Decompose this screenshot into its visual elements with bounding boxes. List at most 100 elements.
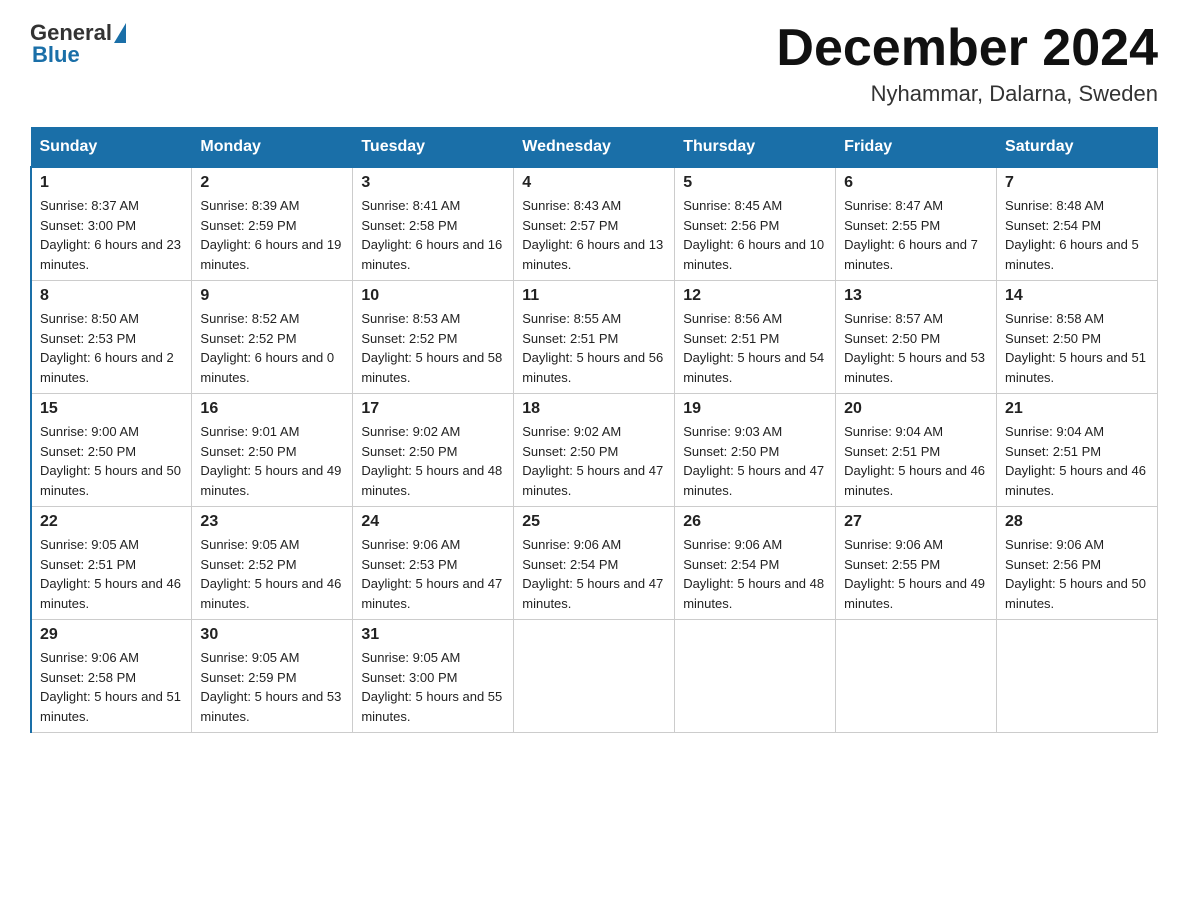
day-info: Sunrise: 9:06 AMSunset: 2:58 PMDaylight:… [40,648,183,726]
calendar-week-row: 15 Sunrise: 9:00 AMSunset: 2:50 PMDayligh… [31,394,1158,507]
day-info: Sunrise: 9:06 AMSunset: 2:53 PMDaylight:… [361,535,505,613]
day-info: Sunrise: 8:47 AMSunset: 2:55 PMDaylight:… [844,196,988,274]
day-number: 20 [844,400,988,418]
calendar-cell: 25 Sunrise: 9:06 AMSunset: 2:54 PMDayligh… [514,507,675,620]
day-info: Sunrise: 8:45 AMSunset: 2:56 PMDaylight:… [683,196,827,274]
calendar-cell: 11 Sunrise: 8:55 AMSunset: 2:51 PMDayligh… [514,281,675,394]
logo-blue-text: Blue [32,42,80,68]
day-info: Sunrise: 8:58 AMSunset: 2:50 PMDaylight:… [1005,309,1149,387]
calendar-cell: 12 Sunrise: 8:56 AMSunset: 2:51 PMDayligh… [675,281,836,394]
calendar-cell: 5 Sunrise: 8:45 AMSunset: 2:56 PMDaylight… [675,167,836,281]
day-info: Sunrise: 8:52 AMSunset: 2:52 PMDaylight:… [200,309,344,387]
day-info: Sunrise: 9:03 AMSunset: 2:50 PMDaylight:… [683,422,827,500]
day-number: 23 [200,513,344,531]
day-number: 11 [522,287,666,305]
calendar-cell: 30 Sunrise: 9:05 AMSunset: 2:59 PMDayligh… [192,620,353,733]
day-number: 30 [200,626,344,644]
column-header-wednesday: Wednesday [514,128,675,168]
calendar-cell: 2 Sunrise: 8:39 AMSunset: 2:59 PMDaylight… [192,167,353,281]
day-info: Sunrise: 8:50 AMSunset: 2:53 PMDaylight:… [40,309,183,387]
column-header-monday: Monday [192,128,353,168]
day-info: Sunrise: 9:06 AMSunset: 2:54 PMDaylight:… [683,535,827,613]
calendar-header-row: SundayMondayTuesdayWednesdayThursdayFrid… [31,128,1158,168]
day-info: Sunrise: 9:05 AMSunset: 2:52 PMDaylight:… [200,535,344,613]
logo-triangle-icon [114,23,126,43]
calendar-cell: 29 Sunrise: 9:06 AMSunset: 2:58 PMDayligh… [31,620,192,733]
calendar-cell [514,620,675,733]
calendar-subtitle: Nyhammar, Dalarna, Sweden [776,81,1158,107]
day-info: Sunrise: 9:06 AMSunset: 2:54 PMDaylight:… [522,535,666,613]
day-number: 25 [522,513,666,531]
day-info: Sunrise: 9:06 AMSunset: 2:56 PMDaylight:… [1005,535,1149,613]
day-number: 21 [1005,400,1149,418]
calendar-cell: 15 Sunrise: 9:00 AMSunset: 2:50 PMDayligh… [31,394,192,507]
calendar-cell: 1Sunrise: 8:37 AMSunset: 3:00 PMDaylight… [31,167,192,281]
calendar-cell [675,620,836,733]
calendar-cell: 14 Sunrise: 8:58 AMSunset: 2:50 PMDayligh… [997,281,1158,394]
day-info: Sunrise: 8:55 AMSunset: 2:51 PMDaylight:… [522,309,666,387]
day-info: Sunrise: 8:56 AMSunset: 2:51 PMDaylight:… [683,309,827,387]
calendar-cell: 6 Sunrise: 8:47 AMSunset: 2:55 PMDaylight… [836,167,997,281]
day-info: Sunrise: 9:04 AMSunset: 2:51 PMDaylight:… [844,422,988,500]
day-number: 28 [1005,513,1149,531]
day-number: 29 [40,626,183,644]
column-header-thursday: Thursday [675,128,836,168]
day-number: 18 [522,400,666,418]
calendar-title: December 2024 [776,20,1158,77]
column-header-sunday: Sunday [31,128,192,168]
title-block: December 2024 Nyhammar, Dalarna, Sweden [776,20,1158,107]
day-info: Sunrise: 9:01 AMSunset: 2:50 PMDaylight:… [200,422,344,500]
day-info: Sunrise: 9:04 AMSunset: 2:51 PMDaylight:… [1005,422,1149,500]
day-number: 12 [683,287,827,305]
day-number: 22 [40,513,183,531]
calendar-week-row: 8Sunrise: 8:50 AMSunset: 2:53 PMDaylight… [31,281,1158,394]
calendar-cell: 19 Sunrise: 9:03 AMSunset: 2:50 PMDayligh… [675,394,836,507]
day-number: 1 [40,174,183,192]
day-info: Sunrise: 9:05 AMSunset: 2:51 PMDaylight:… [40,535,183,613]
day-info: Sunrise: 9:06 AMSunset: 2:55 PMDaylight:… [844,535,988,613]
calendar-cell: 17 Sunrise: 9:02 AMSunset: 2:50 PMDayligh… [353,394,514,507]
column-header-friday: Friday [836,128,997,168]
calendar-cell: 27 Sunrise: 9:06 AMSunset: 2:55 PMDayligh… [836,507,997,620]
day-number: 6 [844,174,988,192]
calendar-cell: 16Sunrise: 9:01 AMSunset: 2:50 PMDayligh… [192,394,353,507]
calendar-cell: 8Sunrise: 8:50 AMSunset: 2:53 PMDaylight… [31,281,192,394]
day-info: Sunrise: 8:57 AMSunset: 2:50 PMDaylight:… [844,309,988,387]
day-number: 9 [200,287,344,305]
calendar-cell: 13 Sunrise: 8:57 AMSunset: 2:50 PMDayligh… [836,281,997,394]
day-info: Sunrise: 9:05 AMSunset: 2:59 PMDaylight:… [200,648,344,726]
logo: General Blue [30,20,124,68]
day-number: 7 [1005,174,1149,192]
day-number: 27 [844,513,988,531]
day-number: 5 [683,174,827,192]
calendar-cell: 26Sunrise: 9:06 AMSunset: 2:54 PMDayligh… [675,507,836,620]
calendar-week-row: 29 Sunrise: 9:06 AMSunset: 2:58 PMDayligh… [31,620,1158,733]
calendar-cell: 22 Sunrise: 9:05 AMSunset: 2:51 PMDayligh… [31,507,192,620]
day-info: Sunrise: 9:00 AMSunset: 2:50 PMDaylight:… [40,422,183,500]
calendar-cell: 24Sunrise: 9:06 AMSunset: 2:53 PMDayligh… [353,507,514,620]
calendar-cell: 18Sunrise: 9:02 AMSunset: 2:50 PMDayligh… [514,394,675,507]
day-info: Sunrise: 9:02 AMSunset: 2:50 PMDaylight:… [361,422,505,500]
calendar-cell: 23 Sunrise: 9:05 AMSunset: 2:52 PMDayligh… [192,507,353,620]
day-number: 2 [200,174,344,192]
day-info: Sunrise: 9:05 AMSunset: 3:00 PMDaylight:… [361,648,505,726]
calendar-cell: 28 Sunrise: 9:06 AMSunset: 2:56 PMDayligh… [997,507,1158,620]
day-number: 17 [361,400,505,418]
calendar-cell: 9 Sunrise: 8:52 AMSunset: 2:52 PMDaylight… [192,281,353,394]
day-number: 10 [361,287,505,305]
calendar-cell: 20 Sunrise: 9:04 AMSunset: 2:51 PMDayligh… [836,394,997,507]
calendar-cell [997,620,1158,733]
calendar-cell: 21 Sunrise: 9:04 AMSunset: 2:51 PMDayligh… [997,394,1158,507]
page-header: General Blue December 2024 Nyhammar, Dal… [30,20,1158,107]
day-number: 14 [1005,287,1149,305]
column-header-tuesday: Tuesday [353,128,514,168]
day-number: 31 [361,626,505,644]
day-number: 13 [844,287,988,305]
calendar-cell [836,620,997,733]
calendar-cell: 7Sunrise: 8:48 AMSunset: 2:54 PMDaylight… [997,167,1158,281]
day-number: 15 [40,400,183,418]
day-number: 19 [683,400,827,418]
calendar-cell: 3Sunrise: 8:41 AMSunset: 2:58 PMDaylight… [353,167,514,281]
day-info: Sunrise: 8:39 AMSunset: 2:59 PMDaylight:… [200,196,344,274]
day-info: Sunrise: 8:43 AMSunset: 2:57 PMDaylight:… [522,196,666,274]
